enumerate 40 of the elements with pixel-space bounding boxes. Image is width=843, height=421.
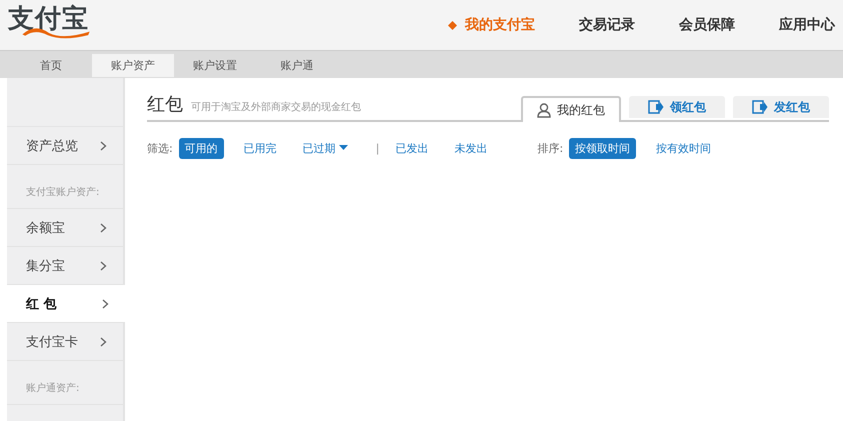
sidebar-item[interactable]: 支付宝卡 <box>7 323 123 361</box>
diamond-icon <box>448 20 457 30</box>
page-subtitle: 可用于淘宝及外部商家交易的现金红包 <box>191 100 361 114</box>
filter-option[interactable]: 已用完 <box>238 138 283 158</box>
sidebar-item[interactable]: 余额宝 <box>7 209 123 247</box>
top-nav-link[interactable]: 交易记录 <box>535 16 635 34</box>
sub-nav-tab[interactable]: 账户设置 <box>174 54 256 77</box>
filter-option[interactable]: 已发出 <box>389 138 434 158</box>
separator-text: | <box>376 142 380 154</box>
person-icon <box>537 102 551 118</box>
top-nav-link[interactable]: 应用中心 <box>735 16 835 34</box>
filter-option[interactable]: 未发出 <box>448 138 494 158</box>
top-nav-link[interactable]: 我的支付宝 <box>404 16 535 34</box>
sidebar-item[interactable]: 资产总览 <box>7 127 123 165</box>
filter-dropdown[interactable]: 已过期 <box>296 138 354 158</box>
chevron-right-icon <box>100 222 107 232</box>
top-nav-link[interactable]: 会员保障 <box>635 16 735 34</box>
sub-nav-tab[interactable]: 账户通 <box>256 54 338 77</box>
sub-nav-tab[interactable]: 账户资产 <box>92 54 174 77</box>
sidebar-item[interactable]: 红 包 <box>7 285 125 323</box>
tab[interactable]: 领红包 <box>629 96 725 118</box>
sort-option[interactable]: 按有效时间 <box>650 138 718 158</box>
chevron-right-icon <box>100 140 107 150</box>
sub-nav-tab[interactable]: 首页 <box>10 54 92 77</box>
filter-label: 筛选: <box>147 140 173 156</box>
arrow-card-icon <box>752 100 768 114</box>
logo[interactable]: 支付宝 <box>8 4 104 40</box>
sort-label: 排序: <box>537 140 564 156</box>
tab[interactable]: 发红包 <box>733 96 829 118</box>
sort-option[interactable]: 按领取时间 <box>569 138 636 158</box>
caret-icon <box>338 145 348 151</box>
chevron-right-icon <box>100 336 107 346</box>
tab[interactable]: 我的红包 <box>521 96 621 122</box>
page-title: 红包 <box>147 93 183 116</box>
filter-option[interactable]: 可用的 <box>178 138 224 158</box>
chevron-right-icon <box>100 260 107 270</box>
sidebar-heading: 支付宝账户资产: <box>26 186 100 199</box>
arrow-card-icon <box>648 100 664 114</box>
chevron-right-icon <box>102 298 109 308</box>
sidebar-heading: 账户通资产: <box>26 382 80 395</box>
